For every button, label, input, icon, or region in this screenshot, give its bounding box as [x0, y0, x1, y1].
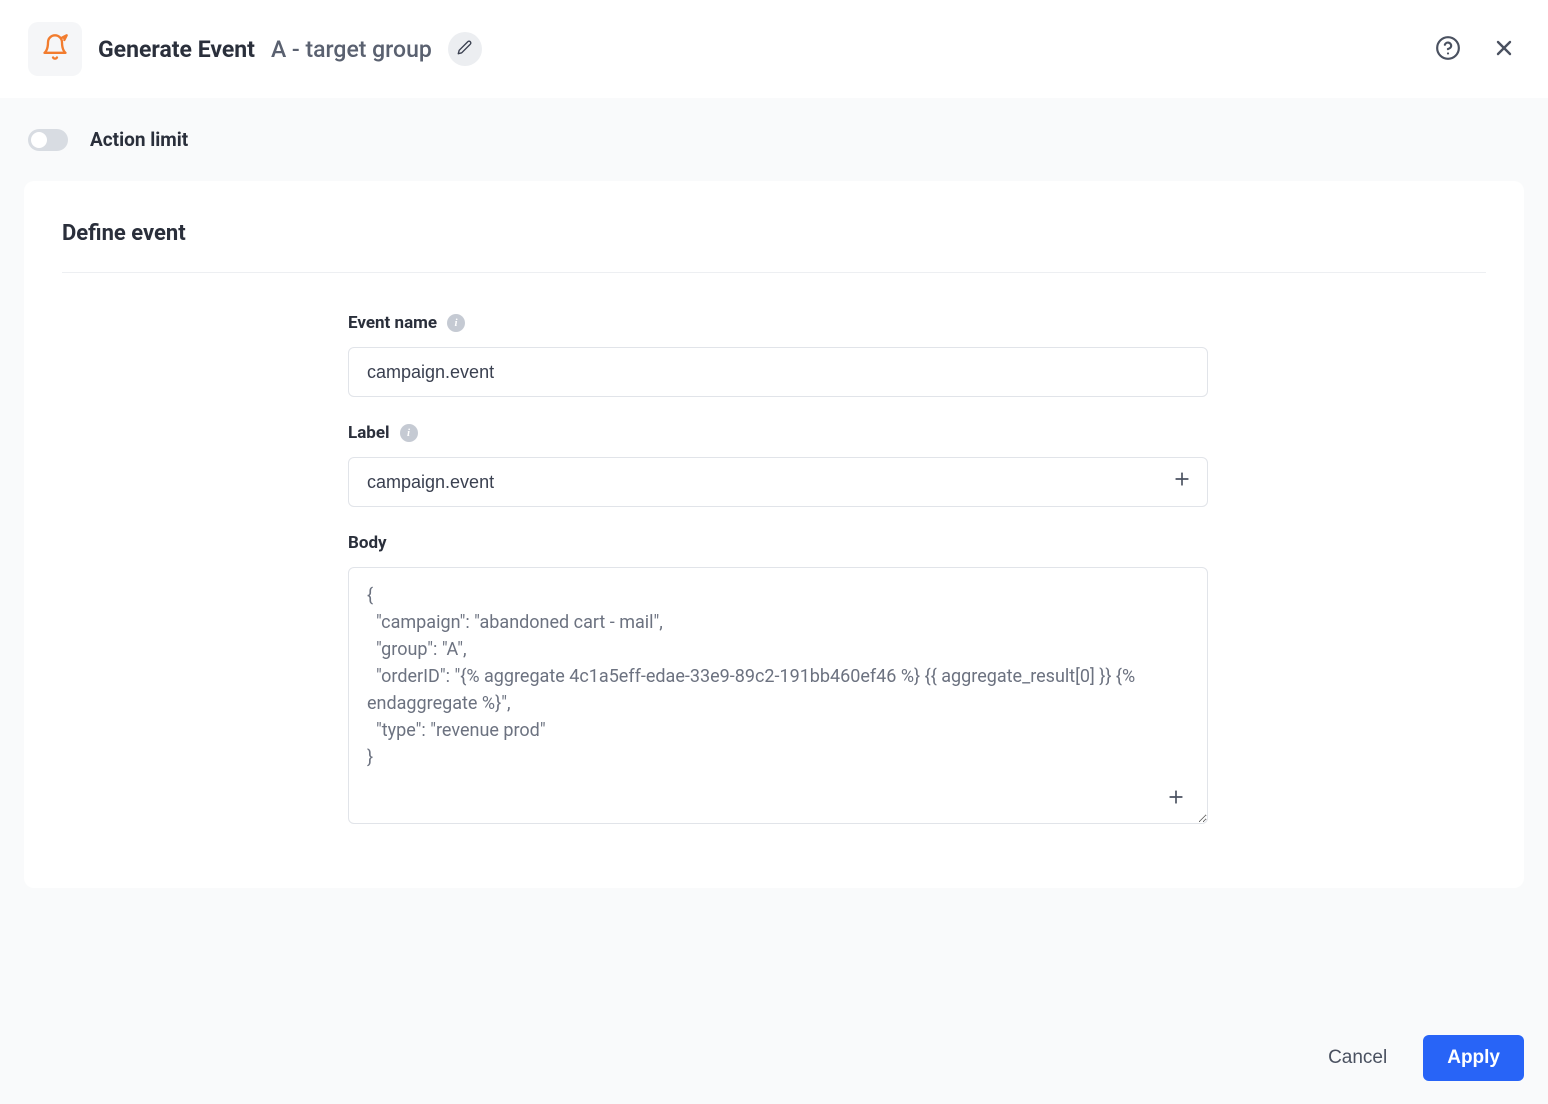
define-event-card: Define event Event name i Label i	[24, 181, 1524, 888]
section-title: Define event	[62, 221, 1486, 273]
info-icon[interactable]: i	[400, 424, 418, 442]
page-title: Generate Event	[98, 36, 255, 63]
event-name-input[interactable]	[348, 347, 1208, 397]
action-limit-toggle[interactable]	[28, 129, 68, 151]
bell-notification-icon	[41, 33, 69, 65]
label-input-wrapper	[348, 457, 1208, 507]
footer: Cancel Apply	[0, 1012, 1548, 1104]
action-limit-label: Action limit	[90, 128, 188, 151]
body-field: Body { "campaign": "abandoned cart - mai…	[348, 533, 1208, 828]
toggle-knob	[31, 132, 47, 148]
info-icon[interactable]: i	[447, 314, 465, 332]
header-actions	[1432, 33, 1520, 65]
label-field: Label i	[348, 423, 1208, 507]
close-button[interactable]	[1488, 33, 1520, 65]
edit-name-button[interactable]	[448, 32, 482, 66]
header-left: Generate Event A - target group	[28, 22, 1416, 76]
event-name-field: Event name i	[348, 313, 1208, 397]
label-label: Label	[348, 423, 390, 443]
help-circle-icon	[1435, 35, 1461, 64]
action-limit-row: Action limit	[24, 128, 1524, 151]
header: Generate Event A - target group	[0, 0, 1548, 98]
pencil-icon	[457, 40, 472, 58]
close-icon	[1492, 36, 1516, 63]
apply-button[interactable]: Apply	[1423, 1035, 1524, 1081]
label-input[interactable]	[348, 457, 1208, 507]
help-button[interactable]	[1432, 33, 1464, 65]
body-textarea[interactable]: { "campaign": "abandoned cart - mail", "…	[348, 567, 1208, 824]
body-label: Body	[348, 533, 387, 553]
body-textarea-wrapper: { "campaign": "abandoned cart - mail", "…	[348, 567, 1208, 828]
event-name-label: Event name	[348, 313, 437, 333]
plus-icon	[1166, 787, 1186, 813]
page-subtitle: A - target group	[271, 36, 432, 63]
cancel-button[interactable]: Cancel	[1310, 1035, 1405, 1081]
body-add-button[interactable]	[1164, 788, 1188, 812]
node-icon-container	[28, 22, 82, 76]
label-label-row: Label i	[348, 423, 1208, 443]
body-label-row: Body	[348, 533, 1208, 553]
form-area: Event name i Label i	[348, 313, 1208, 828]
content-area: Action limit Define event Event name i L…	[0, 98, 1548, 1012]
label-add-button[interactable]	[1170, 470, 1194, 494]
plus-icon	[1172, 469, 1192, 495]
event-name-label-row: Event name i	[348, 313, 1208, 333]
